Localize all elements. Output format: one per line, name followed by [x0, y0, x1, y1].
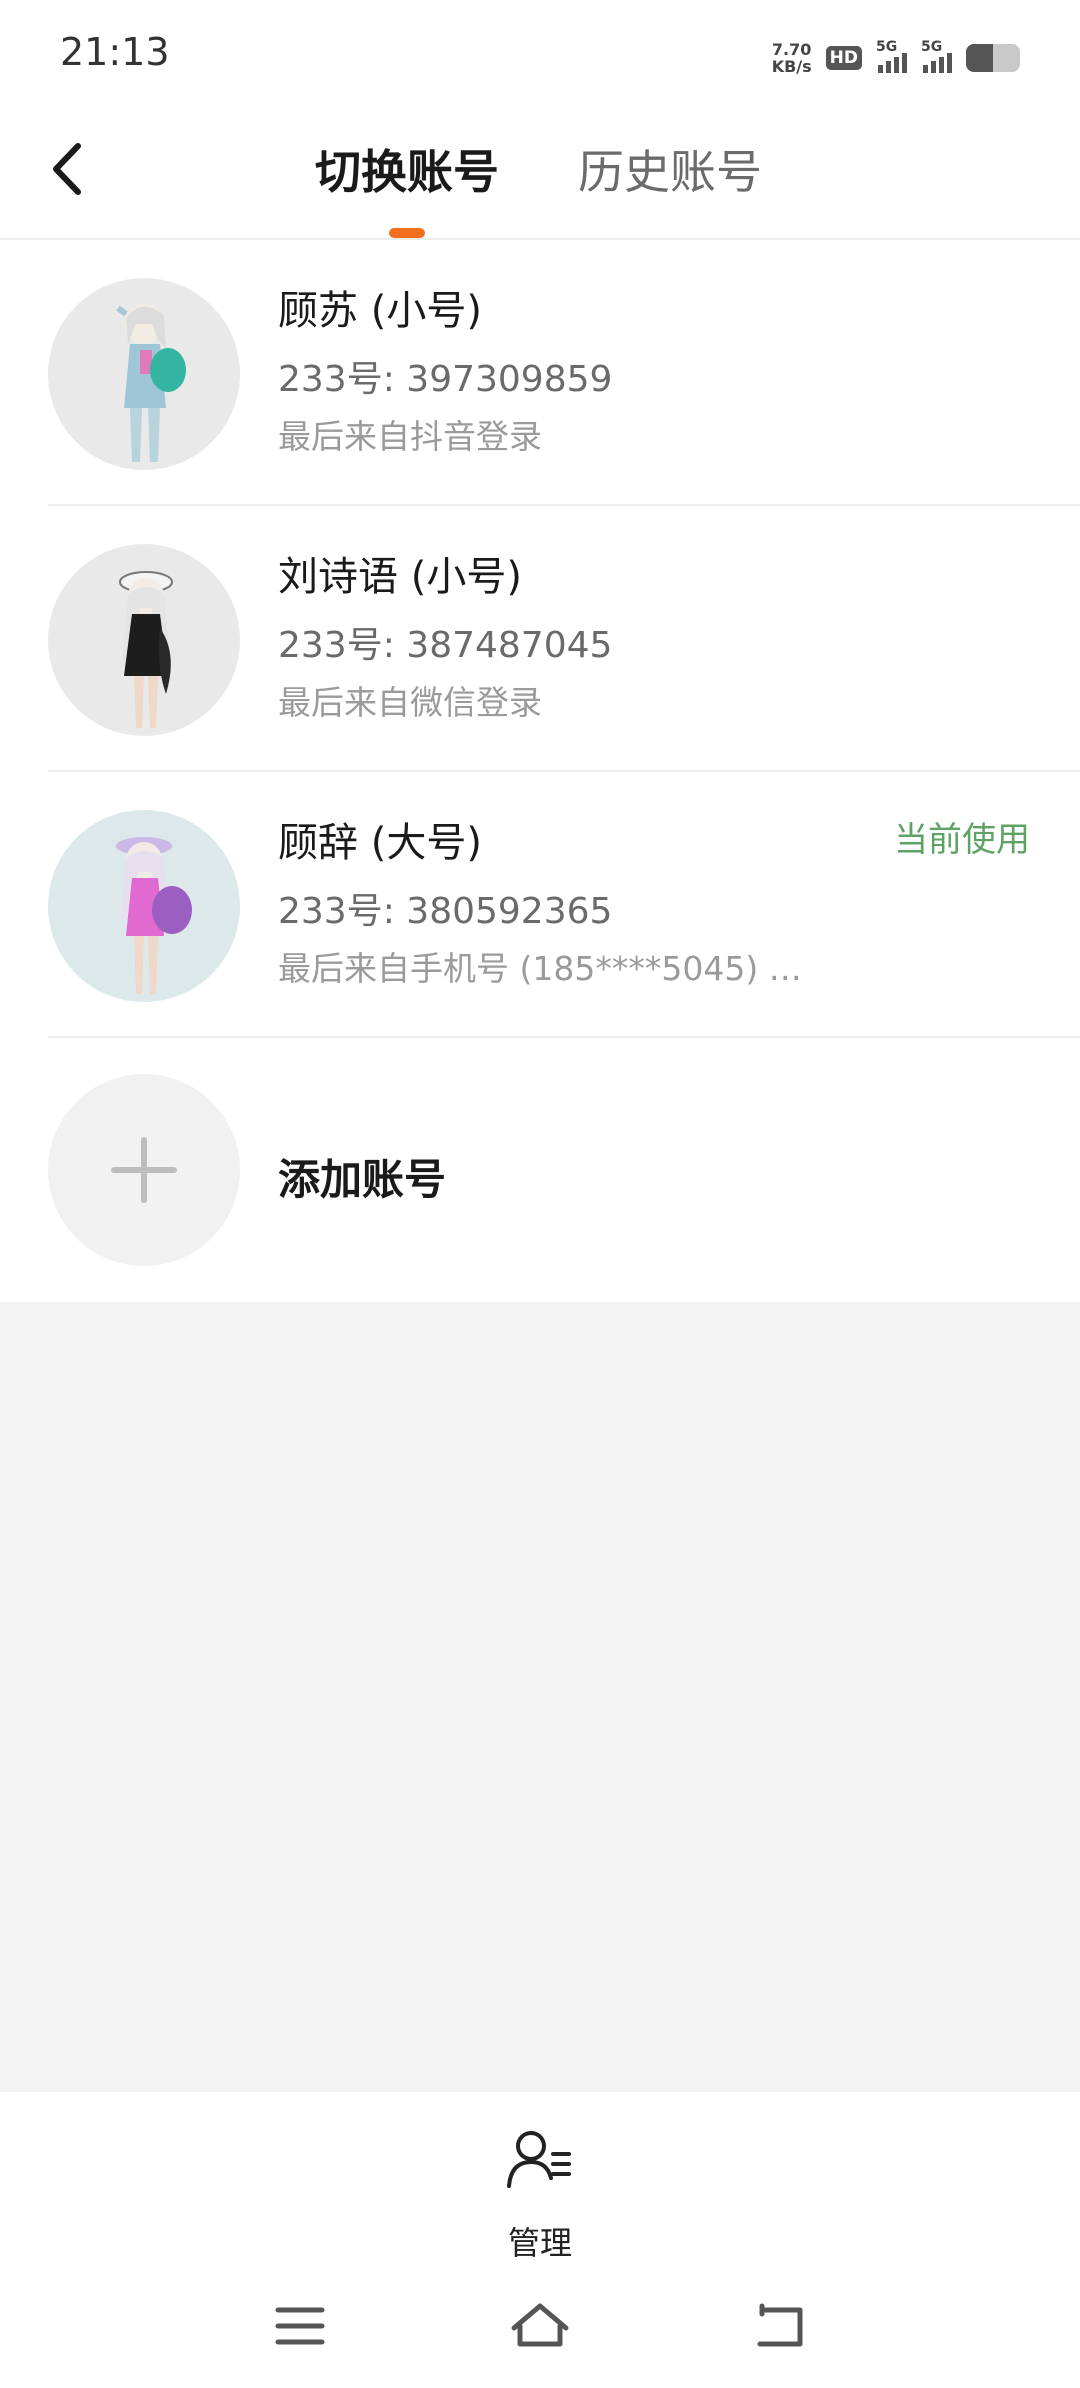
account-login-source: 最后来自抖音登录 — [278, 417, 542, 456]
home-icon — [511, 2303, 569, 2347]
menu-icon — [275, 2307, 325, 2345]
back-button[interactable] — [42, 134, 98, 204]
nav-home-button[interactable] — [500, 2296, 580, 2356]
signal-icon-2: 5G — [921, 39, 952, 73]
account-row[interactable]: 顾苏 (小号) 233号: 397309859 最后来自抖音登录 — [0, 240, 1080, 506]
network-speed: 7.70 KB/s — [771, 40, 812, 76]
status-icons: 7.70 KB/s HD 5G 5G — [772, 38, 1020, 78]
chevron-left-icon — [53, 143, 81, 195]
back-icon — [757, 2303, 803, 2347]
user-list-icon — [507, 2131, 571, 2188]
account-login-source: 最后来自微信登录 — [278, 683, 542, 722]
tab-indicator — [389, 228, 425, 238]
add-account-label: 添加账号 — [278, 1155, 447, 1204]
plus-icon — [111, 1137, 177, 1203]
account-row-current[interactable]: 顾辞 (大号) 当前使用 233号: 380592365 最后来自手机号 (18… — [0, 772, 1080, 1038]
bottom-bar: 管理 — [0, 2092, 1080, 2388]
account-id: 233号: 397309859 — [278, 359, 613, 400]
account-name: 刘诗语 (小号) — [278, 554, 522, 600]
status-time: 21:13 — [60, 30, 170, 74]
account-row[interactable]: 刘诗语 (小号) 233号: 387487045 最后来自微信登录 — [0, 506, 1080, 772]
current-account-badge: 当前使用 — [894, 820, 1030, 860]
nav-back-button[interactable] — [740, 2296, 820, 2356]
battery-icon — [966, 44, 1020, 72]
account-id: 233号: 387487045 — [278, 625, 613, 666]
avatar — [48, 544, 240, 736]
content-area: 21:13 7.70 KB/s HD 5G 5G 切换账号 历史账号 顾苏 (小… — [0, 0, 1080, 1302]
account-login-source: 最后来自手机号 (185****5045) … — [278, 949, 802, 988]
tab-switch-account[interactable]: 切换账号 — [315, 136, 499, 202]
manage-button[interactable]: 管理 — [470, 2126, 610, 2262]
add-account-avatar — [48, 1074, 240, 1266]
tab-history-account[interactable]: 历史账号 — [578, 136, 762, 202]
account-id: 233号: 380592365 — [278, 891, 613, 932]
account-name: 顾苏 (小号) — [278, 288, 482, 334]
avatar — [48, 278, 240, 470]
add-account-button[interactable]: 添加账号 — [0, 1036, 1080, 1302]
account-name: 顾辞 (大号) — [278, 820, 482, 866]
manage-label: 管理 — [507, 2224, 572, 2262]
signal-icon-1: 5G — [876, 39, 907, 73]
nav-menu-button[interactable] — [260, 2296, 340, 2356]
avatar — [48, 810, 240, 1002]
hd-icon: HD — [825, 46, 862, 70]
